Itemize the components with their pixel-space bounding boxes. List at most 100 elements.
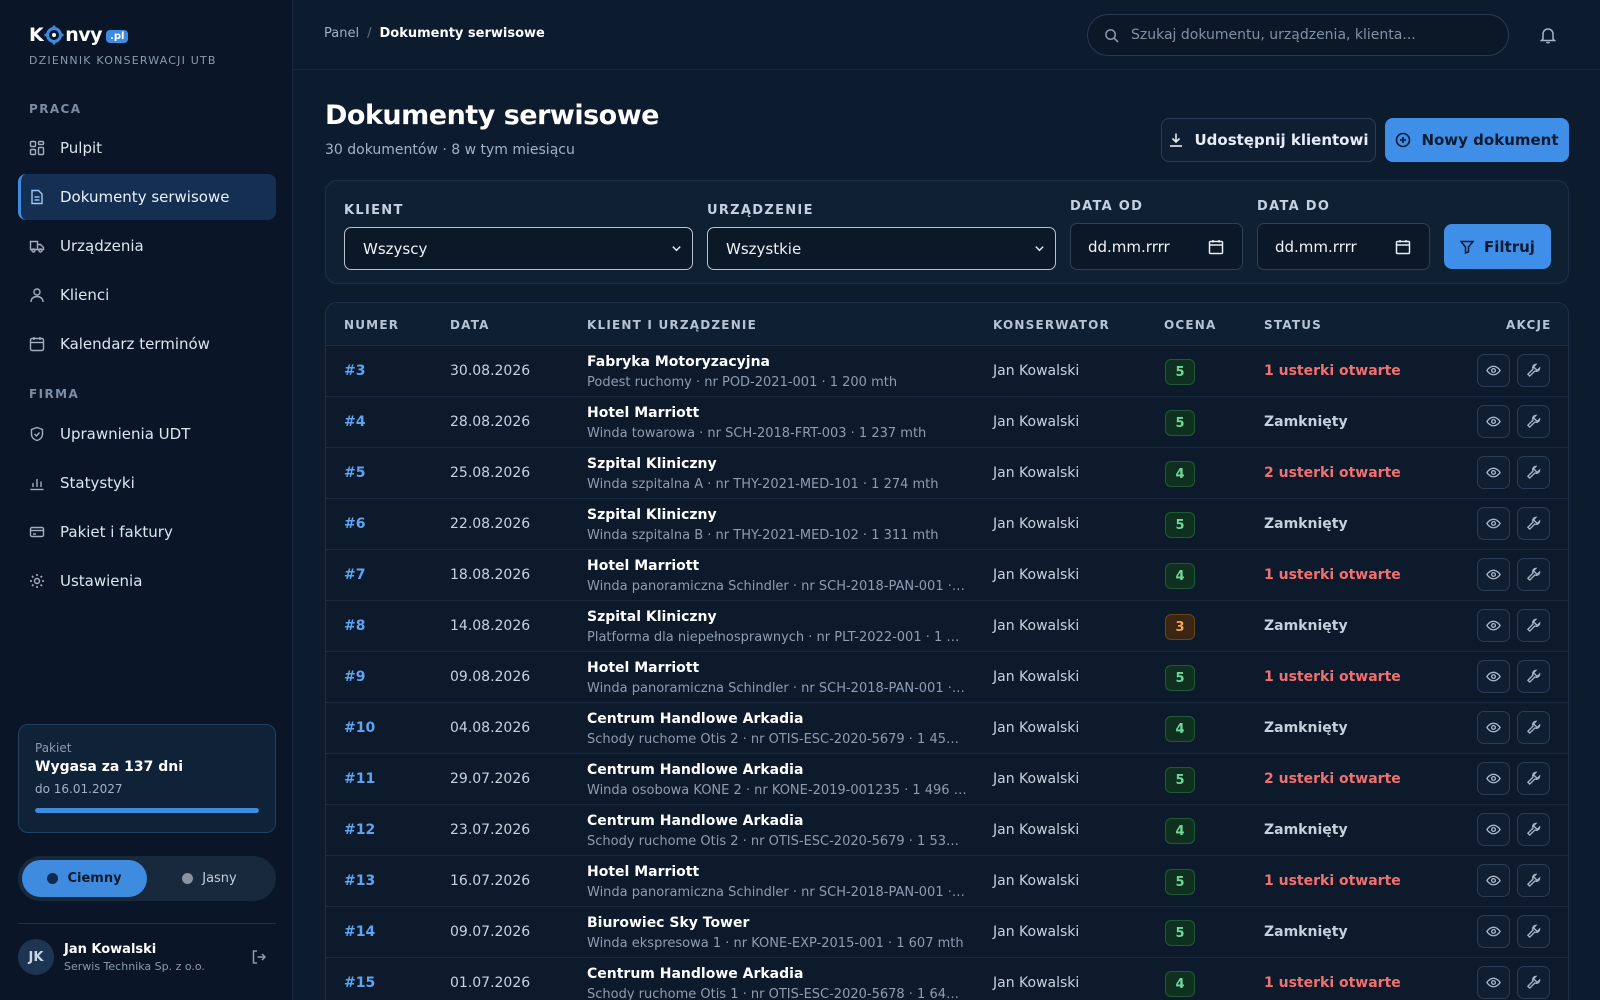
user-profile[interactable]: JK Jan Kowalski Serwis Technika Sp. z o.…	[18, 938, 276, 976]
table-row[interactable]: #4 28.08.2026 Hotel Marriott Winda towarowa…	[326, 397, 1568, 448]
view-button[interactable]	[1477, 813, 1510, 846]
logo[interactable]: K nvy .pl	[29, 24, 129, 46]
table-row[interactable]: #13 16.07.2026 Hotel Marriott Winda panoram…	[326, 856, 1568, 907]
table-row[interactable]: #8 14.08.2026 Szpital Kliniczny Platforma d…	[326, 601, 1568, 652]
filter-button[interactable]: Filtruj	[1444, 224, 1551, 269]
column-header-number[interactable]: NUMER	[344, 318, 399, 332]
wrench-icon	[1526, 465, 1541, 480]
sidebar-item-calendar[interactable]: Kalendarz terminów	[18, 321, 276, 367]
table-row[interactable]: #14 09.07.2026 Biurowiec Sky Tower Winda ek…	[326, 907, 1568, 958]
dot-icon	[47, 873, 59, 884]
document-number[interactable]: #12	[344, 822, 375, 838]
bell-icon[interactable]	[1539, 26, 1557, 44]
view-button[interactable]	[1477, 558, 1510, 591]
document-icon	[31, 189, 43, 205]
theme-light-button[interactable]: Jasny	[147, 860, 272, 897]
edit-button[interactable]	[1517, 762, 1550, 795]
eye-icon	[1486, 926, 1501, 937]
document-number[interactable]: #15	[344, 975, 375, 991]
view-button[interactable]	[1477, 507, 1510, 540]
document-number[interactable]: #9	[344, 669, 365, 685]
table-row[interactable]: #9 09.08.2026 Hotel Marriott Winda panorami…	[326, 652, 1568, 703]
view-button[interactable]	[1477, 609, 1510, 642]
table-row[interactable]: #15 01.07.2026 Centrum Handlowe Arkadia Sch…	[326, 958, 1568, 1000]
sidebar-item-udt[interactable]: Uprawnienia UDT	[18, 411, 276, 457]
document-number[interactable]: #4	[344, 414, 365, 430]
document-number[interactable]: #8	[344, 618, 365, 634]
column-header-client[interactable]: KLIENT I URZĄDZENIE	[587, 318, 757, 332]
eye-icon	[1486, 722, 1501, 733]
sidebar-item-dashboard[interactable]: Pulpit	[18, 125, 276, 171]
sidebar-item-stats[interactable]: Statystyki	[18, 460, 276, 506]
view-button[interactable]	[1477, 966, 1510, 999]
document-number[interactable]: #11	[344, 771, 375, 787]
document-number[interactable]: #10	[344, 720, 375, 736]
download-icon	[1170, 133, 1183, 147]
edit-button[interactable]	[1517, 354, 1550, 387]
table-row[interactable]: #10 04.08.2026 Centrum Handlowe Arkadia Sch…	[326, 703, 1568, 754]
page-title: Dokumenty serwisowe	[325, 100, 660, 131]
document-number[interactable]: #7	[344, 567, 365, 583]
breadcrumb-root[interactable]: Panel	[324, 26, 359, 41]
view-button[interactable]	[1477, 711, 1510, 744]
share-button[interactable]: Udostępnij klientowi	[1161, 118, 1376, 162]
logo-letter: K	[29, 24, 44, 46]
edit-button[interactable]	[1517, 966, 1550, 999]
edit-button[interactable]	[1517, 915, 1550, 948]
sidebar: K nvy .pl DZIENNIK KONSERWACJI UTB PRACA…	[0, 0, 293, 1000]
view-button[interactable]	[1477, 354, 1510, 387]
edit-button[interactable]	[1517, 405, 1550, 438]
edit-button[interactable]	[1517, 456, 1550, 489]
edit-button[interactable]	[1517, 507, 1550, 540]
view-button[interactable]	[1477, 660, 1510, 693]
date-to-value: dd.mm.rrrr	[1275, 237, 1357, 256]
theme-dark-button[interactable]: Ciemny	[22, 860, 147, 897]
device-select[interactable]: Wszystkie	[707, 227, 1056, 270]
edit-button[interactable]	[1517, 711, 1550, 744]
score-badge: 5	[1165, 767, 1195, 793]
calendar-icon[interactable]	[1395, 239, 1411, 255]
document-number[interactable]: #3	[344, 363, 365, 379]
view-button[interactable]	[1477, 405, 1510, 438]
date-from-input[interactable]: dd.mm.rrrr	[1070, 223, 1243, 270]
package-card[interactable]: Pakiet Wygasa za 137 dni do 16.01.2027	[18, 724, 276, 833]
edit-button[interactable]	[1517, 660, 1550, 693]
new-document-button[interactable]: Nowy dokument	[1385, 118, 1569, 162]
edit-button[interactable]	[1517, 864, 1550, 897]
table-row[interactable]: #3 30.08.2026 Fabryka Motoryzacyjna Podest …	[326, 346, 1568, 397]
column-header-date[interactable]: DATA	[450, 318, 490, 332]
table-row[interactable]: #7 18.08.2026 Hotel Marriott Winda panorami…	[326, 550, 1568, 601]
table-row[interactable]: #12 23.07.2026 Centrum Handlowe Arkadia Sch…	[326, 805, 1568, 856]
view-button[interactable]	[1477, 456, 1510, 489]
edit-button[interactable]	[1517, 813, 1550, 846]
document-number[interactable]: #14	[344, 924, 375, 940]
sidebar-item-billing[interactable]: Pakiet i faktury	[18, 509, 276, 555]
column-header-score[interactable]: OCENA	[1164, 318, 1217, 332]
document-number[interactable]: #13	[344, 873, 375, 889]
edit-button[interactable]	[1517, 558, 1550, 591]
table-row[interactable]: #6 22.08.2026 Szpital Kliniczny Winda szpit…	[326, 499, 1568, 550]
table-row[interactable]: #11 29.07.2026 Centrum Handlowe Arkadia Win…	[326, 754, 1568, 805]
user-company: Serwis Technika Sp. z o.o.	[64, 959, 205, 973]
view-button[interactable]	[1477, 915, 1510, 948]
search-input[interactable]	[1131, 27, 1508, 43]
document-number[interactable]: #5	[344, 465, 365, 481]
document-number[interactable]: #6	[344, 516, 365, 532]
edit-button[interactable]	[1517, 609, 1550, 642]
column-header-status[interactable]: STATUS	[1264, 318, 1322, 332]
sidebar-item-clients[interactable]: Klienci	[18, 272, 276, 318]
technician-name: Jan Kowalski	[993, 465, 1080, 481]
sidebar-item-settings[interactable]: Ustawienia	[18, 558, 276, 604]
logout-icon[interactable]	[250, 948, 268, 966]
date-to-input[interactable]: dd.mm.rrrr	[1257, 223, 1430, 270]
wrench-icon	[1526, 771, 1541, 786]
sidebar-item-devices[interactable]: Urządzenia	[18, 223, 276, 269]
column-header-technician[interactable]: KONSERWATOR	[993, 318, 1110, 332]
client-select[interactable]: Wszyscy	[344, 227, 693, 270]
view-button[interactable]	[1477, 864, 1510, 897]
breadcrumb-current: Dokumenty serwisowe	[379, 26, 545, 41]
table-row[interactable]: #5 25.08.2026 Szpital Kliniczny Winda szpit…	[326, 448, 1568, 499]
view-button[interactable]	[1477, 762, 1510, 795]
sidebar-item-documents[interactable]: Dokumenty serwisowe	[18, 174, 276, 220]
calendar-icon[interactable]	[1208, 239, 1224, 255]
